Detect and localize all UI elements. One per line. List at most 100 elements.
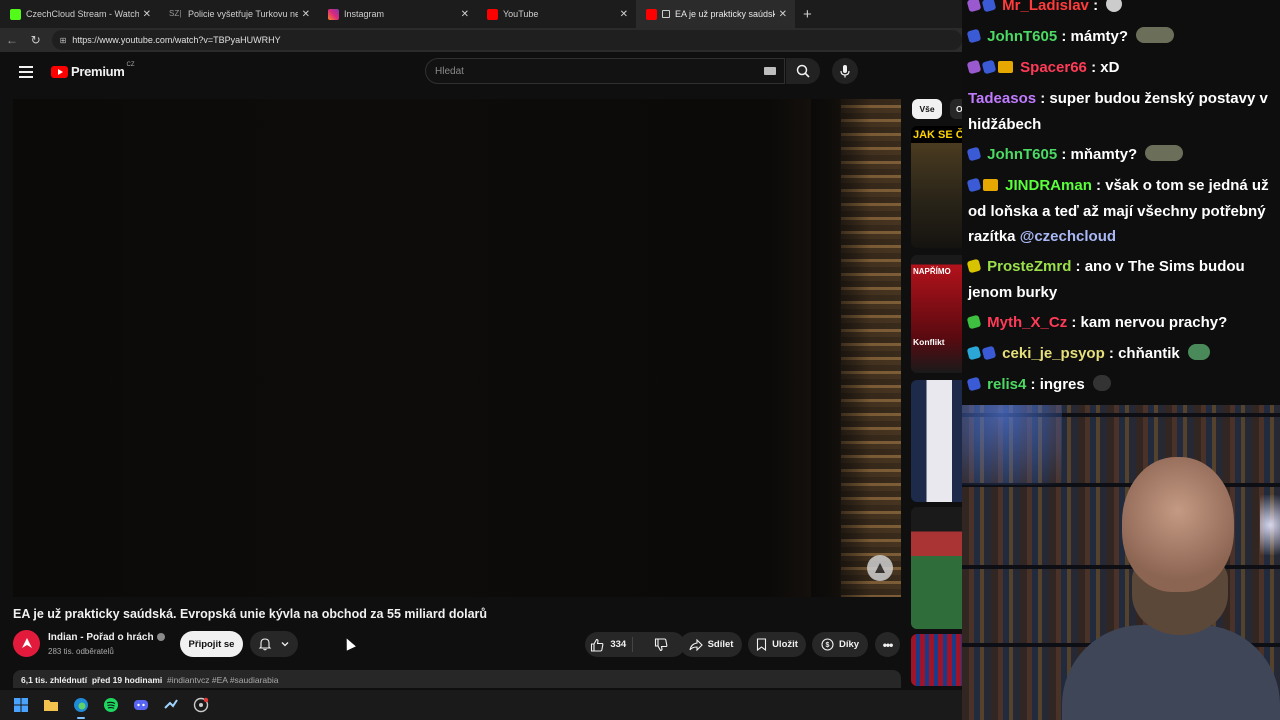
thanks-label: Díky xyxy=(838,639,860,650)
subscriber-badge-icon xyxy=(966,59,982,75)
chat-username: JINDRAman xyxy=(1005,177,1092,194)
tab-title: EA je už prakticky saúdská. Ev xyxy=(675,9,775,19)
chat-text: : mámty? xyxy=(1061,28,1129,45)
svg-text:$: $ xyxy=(826,642,830,649)
chat-message: JohnT605 : mňamty? xyxy=(966,142,1274,168)
channel-avatar[interactable] xyxy=(13,630,40,657)
new-tab-button[interactable]: + xyxy=(803,6,812,23)
webcam-overlay xyxy=(962,405,1280,720)
tab-policie[interactable]: SZ| Policie vyšetřuje Turkovu nehodu ✕ xyxy=(159,0,318,28)
back-arrow-icon[interactable]: ← xyxy=(0,33,24,47)
video-frame-shade xyxy=(811,99,871,597)
windows-taskbar xyxy=(0,690,962,720)
channel-watermark-icon[interactable] xyxy=(867,555,893,581)
gem-badge-icon xyxy=(966,376,982,392)
edge-browser-icon[interactable] xyxy=(72,696,90,719)
obs-icon[interactable] xyxy=(192,696,210,714)
chat-username: Mr_Ladislav xyxy=(1002,0,1089,14)
search-placeholder: Hledat xyxy=(435,65,464,77)
speaker-icon[interactable] xyxy=(662,10,670,18)
sub-gift-badge-icon xyxy=(966,258,982,274)
stream-chat-overlay: Mr_Ladislav : JohnT605 : mámty? Spacer66… xyxy=(962,0,1280,405)
url-text: https://www.youtube.com/watch?v=TBPyaHUW… xyxy=(72,35,281,45)
close-icon[interactable]: ✕ xyxy=(143,9,151,20)
subscriber-badge-icon xyxy=(966,0,982,13)
dislike-button[interactable] xyxy=(638,637,685,652)
chat-text: : ingres xyxy=(1030,376,1085,393)
chat-username: JohnT605 xyxy=(987,28,1058,45)
like-button[interactable]: 334 xyxy=(585,637,633,652)
thumbnail-caption: JAK SE ČES xyxy=(913,129,962,141)
share-button[interactable]: Sdílet xyxy=(680,632,742,657)
suggested-video-thumbnail[interactable]: NAPŘÍMO Konflikt xyxy=(911,255,962,373)
chat-username: ceki_je_psyop xyxy=(1002,345,1105,362)
reload-icon[interactable]: ↻ xyxy=(24,33,48,47)
tab-instagram[interactable]: Instagram ✕ xyxy=(318,0,477,28)
more-actions-button[interactable]: ••• xyxy=(875,632,900,657)
close-icon[interactable]: ✕ xyxy=(620,9,628,20)
file-explorer-icon[interactable] xyxy=(42,696,60,714)
tab-czechcloud[interactable]: CzechCloud Stream - Watch Live o ✕ xyxy=(0,0,159,28)
video-player[interactable] xyxy=(13,99,901,597)
channel-name[interactable]: Indian - Pořad o hrách xyxy=(48,632,165,643)
microphone-icon xyxy=(840,65,850,78)
suggested-video-thumbnail[interactable] xyxy=(911,507,962,629)
chat-message: Spacer66 : xD xyxy=(966,55,1274,81)
save-button[interactable]: Uložit xyxy=(748,632,806,657)
streamer-head xyxy=(1122,457,1234,592)
logo-region: CZ xyxy=(126,61,135,68)
suggested-video-thumbnail[interactable]: JAK SE ČES xyxy=(911,126,962,248)
site-info-icon[interactable]: ⊞ xyxy=(60,36,67,45)
gem-badge-icon xyxy=(981,345,997,361)
chat-text: : mňamty? xyxy=(1061,146,1138,163)
tab-title: Policie vyšetřuje Turkovu nehodu xyxy=(188,9,298,19)
hashtags[interactable]: #indiantvcz #EA #saudiarabia xyxy=(167,675,279,685)
thanks-button[interactable]: $ Díky xyxy=(812,632,868,657)
chat-text: : chňantik xyxy=(1108,345,1180,362)
gem-badge-icon xyxy=(981,0,997,13)
shelf-board xyxy=(962,565,1280,569)
chat-message: JohnT605 : mámty? xyxy=(966,24,1274,50)
menu-icon[interactable] xyxy=(19,66,33,78)
chat-username: JohnT605 xyxy=(987,146,1058,163)
tab-youtube[interactable]: YouTube ✕ xyxy=(477,0,636,28)
steam-icon[interactable] xyxy=(162,696,180,714)
address-bar-row: ← ↻ ⊞ https://www.youtube.com/watch?v=TB… xyxy=(0,28,962,52)
tab-title: Instagram xyxy=(344,9,385,19)
close-icon[interactable]: ✕ xyxy=(461,9,469,20)
join-button[interactable]: Připojit se xyxy=(180,631,243,657)
chat-mention: @czechcloud xyxy=(1019,228,1117,245)
windows-start-icon[interactable] xyxy=(12,696,30,714)
youtube-favicon-icon xyxy=(487,8,498,20)
chat-message: relis4 : ingres xyxy=(966,372,1274,398)
thumbs-down-icon xyxy=(655,637,668,651)
voice-search-button[interactable] xyxy=(832,58,858,84)
notification-settings-button[interactable] xyxy=(250,631,298,657)
gem-badge-icon xyxy=(981,59,997,75)
suggested-video-thumbnail[interactable] xyxy=(911,380,962,502)
super-thanks-icon: $ xyxy=(821,638,834,651)
url-field[interactable]: ⊞ https://www.youtube.com/watch?v=TBPyaH… xyxy=(51,30,962,50)
skull-emote-icon xyxy=(1106,0,1123,12)
discord-icon[interactable] xyxy=(132,696,150,714)
keyboard-icon[interactable] xyxy=(764,67,776,75)
close-icon[interactable]: ✕ xyxy=(779,9,787,20)
search-button[interactable] xyxy=(786,58,820,84)
description-box[interactable]: 6,1 tis. zhlédnutí před 19 hodinami #ind… xyxy=(13,670,901,688)
spotify-icon[interactable] xyxy=(102,696,120,714)
frog-emote-icon xyxy=(1145,145,1184,161)
subscriber-count: 283 tis. odběratelů xyxy=(48,647,114,656)
chat-text: : xyxy=(1093,0,1099,14)
publish-date: před 19 hodinami xyxy=(91,675,163,685)
suggested-video-thumbnail[interactable] xyxy=(911,634,962,686)
frog-emote-icon xyxy=(1136,27,1175,43)
tab-title: YouTube xyxy=(503,9,539,19)
like-dislike-group: 334 xyxy=(585,632,685,657)
thumbnail-subcaption: Konflikt xyxy=(913,337,945,347)
search-input[interactable]: Hledat xyxy=(425,58,785,84)
youtube-logo[interactable]: Premium CZ xyxy=(51,61,135,79)
filter-chip-all[interactable]: Vše xyxy=(912,99,942,119)
close-icon[interactable]: ✕ xyxy=(302,9,310,20)
chat-text: : kam nervou prachy? xyxy=(1071,314,1228,331)
tab-ea-video[interactable]: EA je už prakticky saúdská. Ev ✕ xyxy=(636,0,795,28)
